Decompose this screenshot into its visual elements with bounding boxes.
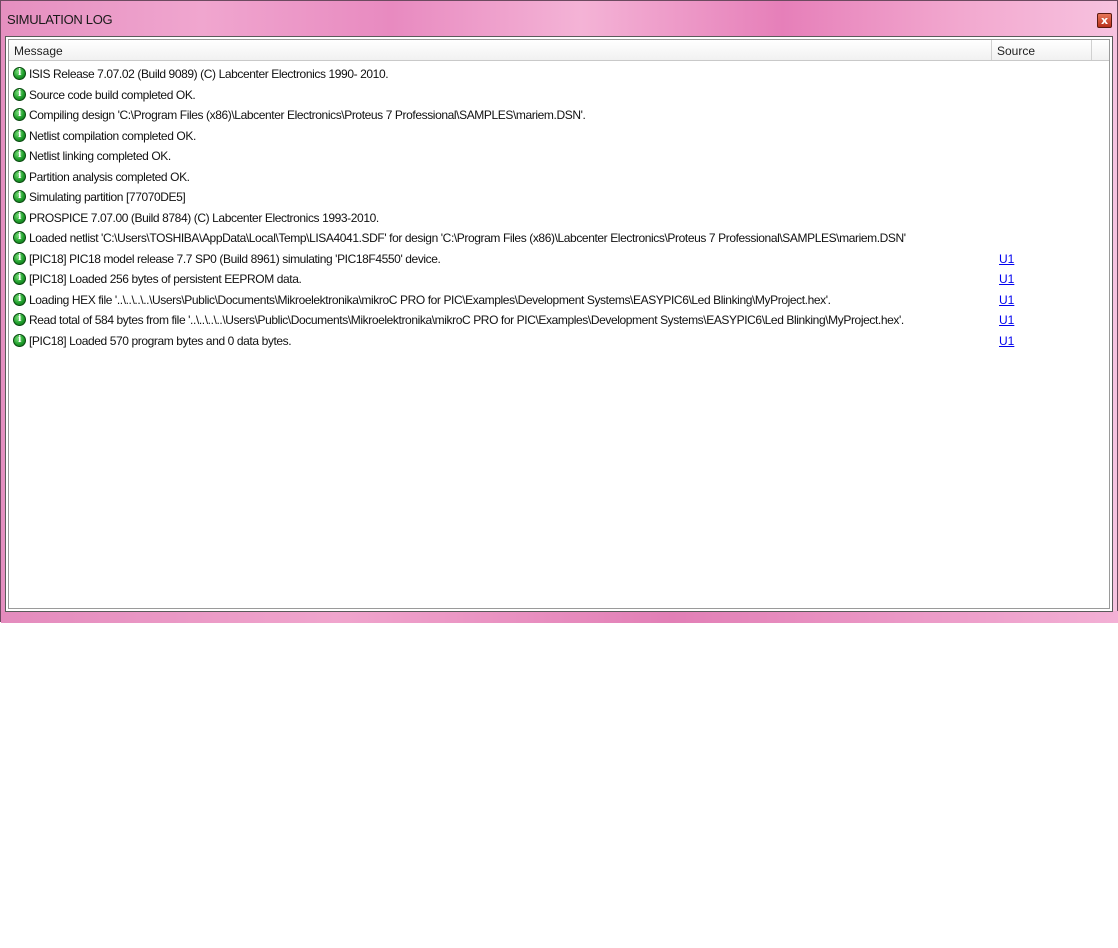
log-row[interactable]: i Compiling design 'C:\Program Files (x8… xyxy=(9,105,1089,126)
log-message: ISIS Release 7.07.02 (Build 9089) (C) La… xyxy=(29,67,389,81)
log-row[interactable]: i Netlist linking completed OK. xyxy=(9,146,1089,167)
log-row[interactable]: i Loading HEX file '..\..\..\..\Users\Pu… xyxy=(9,290,1089,311)
column-header-row: Message Source xyxy=(9,40,1109,61)
info-icon: i xyxy=(13,108,26,121)
info-icon: i xyxy=(13,67,26,80)
log-message: Compiling design 'C:\Program Files (x86)… xyxy=(29,108,586,122)
source-link[interactable]: U1 xyxy=(999,334,1014,348)
close-button[interactable]: x xyxy=(1097,13,1112,28)
info-icon: i xyxy=(13,292,26,306)
log-row[interactable]: i Netlist compilation completed OK. xyxy=(9,126,1089,147)
source-link[interactable]: U1 xyxy=(999,272,1014,286)
log-row[interactable]: i Loaded netlist 'C:\Users\TOSHIBA\AppDa… xyxy=(9,228,1089,249)
source-link[interactable]: U1 xyxy=(999,293,1014,307)
log-row[interactable]: i [PIC18] Loaded 570 program bytes and 0… xyxy=(9,331,1089,352)
window-bottom-border xyxy=(1,611,1118,623)
info-icon: i xyxy=(13,210,26,224)
log-list[interactable]: Message Source i ISIS Release 7.07.02 (B… xyxy=(8,39,1110,609)
log-message: Netlist linking completed OK. xyxy=(29,149,171,163)
column-header-source[interactable]: Source xyxy=(992,40,1092,60)
log-row[interactable]: i Read total of 584 bytes from file '..\… xyxy=(9,310,1089,331)
log-panel: Message Source i ISIS Release 7.07.02 (B… xyxy=(5,36,1113,612)
log-message: Read total of 584 bytes from file '..\..… xyxy=(29,313,904,327)
log-row[interactable]: i [PIC18] PIC18 model release 7.7 SP0 (B… xyxy=(9,249,1089,270)
log-message: Partition analysis completed OK. xyxy=(29,169,190,184)
info-icon: i xyxy=(13,169,26,183)
info-icon: i xyxy=(13,87,26,101)
column-header-filler xyxy=(1092,40,1109,60)
log-message: PROSPICE 7.07.00 (Build 8784) (C) Labcen… xyxy=(29,210,379,225)
info-icon: i xyxy=(13,272,26,285)
log-row[interactable]: i Partition analysis completed OK. xyxy=(9,167,1089,188)
simulation-log-window: SIMULATION LOG x Message Source i ISIS R… xyxy=(0,0,1118,623)
log-message: Simulating partition [77070DE5] xyxy=(29,190,186,204)
info-icon: i xyxy=(13,190,26,203)
log-row[interactable]: i PROSPICE 7.07.00 (Build 8784) (C) Labc… xyxy=(9,208,1089,229)
log-message: Loaded netlist 'C:\Users\TOSHIBA\AppData… xyxy=(29,231,906,245)
info-icon: i xyxy=(13,313,26,326)
info-icon: i xyxy=(13,231,26,244)
info-icon: i xyxy=(13,251,26,265)
log-message: Source code build completed OK. xyxy=(29,87,196,102)
source-link[interactable]: U1 xyxy=(999,313,1014,327)
window-title: SIMULATION LOG xyxy=(7,12,113,27)
info-icon: i xyxy=(13,149,26,162)
source-link[interactable]: U1 xyxy=(999,252,1014,266)
title-bar[interactable]: SIMULATION LOG x xyxy=(1,1,1117,35)
close-icon: x xyxy=(1100,14,1109,27)
log-row[interactable]: i Simulating partition [77070DE5] xyxy=(9,187,1089,208)
log-row[interactable]: i [PIC18] Loaded 256 bytes of persistent… xyxy=(9,269,1089,290)
log-row[interactable]: i Source code build completed OK. xyxy=(9,85,1089,106)
log-row[interactable]: i ISIS Release 7.07.02 (Build 9089) (C) … xyxy=(9,64,1089,85)
log-message: Loading HEX file '..\..\..\..\Users\Publ… xyxy=(29,292,831,307)
log-message: [PIC18] Loaded 570 program bytes and 0 d… xyxy=(29,333,292,348)
log-message: Netlist compilation completed OK. xyxy=(29,128,196,143)
column-header-message[interactable]: Message xyxy=(9,40,992,60)
info-icon: i xyxy=(13,333,26,347)
info-icon: i xyxy=(13,128,26,142)
log-message: [PIC18] PIC18 model release 7.7 SP0 (Bui… xyxy=(29,251,441,266)
log-message: [PIC18] Loaded 256 bytes of persistent E… xyxy=(29,272,302,286)
log-rows: i ISIS Release 7.07.02 (Build 9089) (C) … xyxy=(9,64,1089,351)
